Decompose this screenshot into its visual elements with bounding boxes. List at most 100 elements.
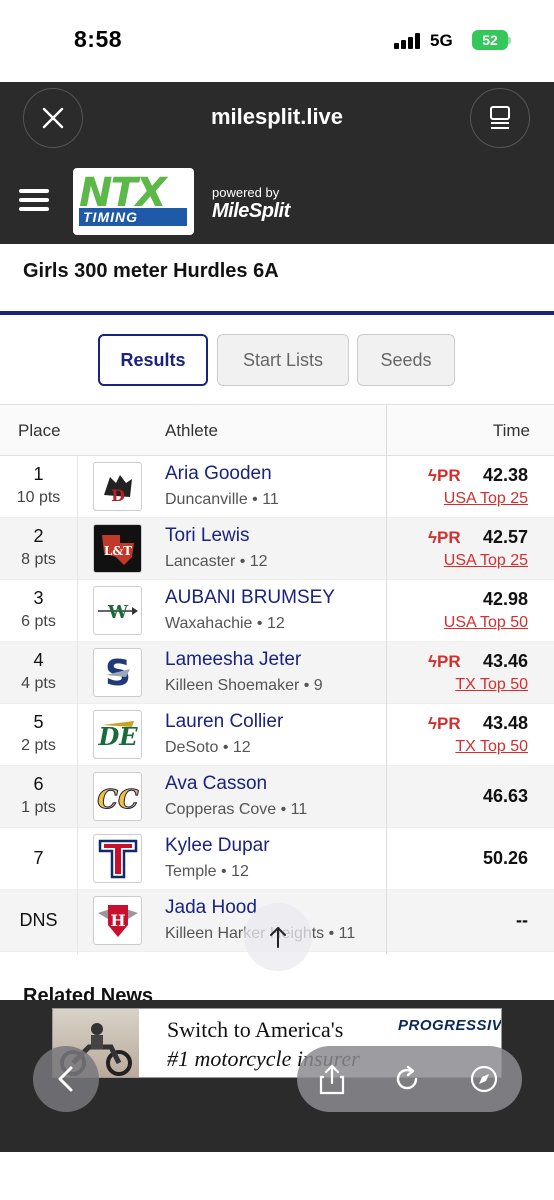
athlete-school: Waxahachie • 12: [165, 615, 285, 632]
time: 43.46: [482, 651, 528, 671]
back-button[interactable]: [33, 1046, 99, 1112]
place-column-divider: [77, 456, 78, 954]
event-title: Girls 300 meter Hurdles 6A: [23, 260, 279, 282]
time-column-divider: [386, 404, 387, 954]
athlete-school: Duncanville • 11: [165, 491, 279, 508]
athlete-school: Copperas Cove • 11: [165, 801, 308, 818]
duncanville-logo: D: [93, 462, 142, 511]
athlete-school: Temple • 12: [165, 863, 249, 880]
share-icon[interactable]: [316, 1063, 348, 1095]
points: 4 pts: [21, 675, 56, 692]
pr-badge: ϟPR: [428, 528, 461, 547]
athlete-name[interactable]: Lauren Collier: [165, 711, 283, 733]
athlete-name[interactable]: Jada Hood: [165, 897, 257, 919]
place: 4: [33, 650, 44, 670]
place: 5: [33, 712, 44, 732]
ntx-timing-logo[interactable]: NTX TIMING: [73, 168, 194, 235]
time: --: [516, 910, 528, 930]
rank-link[interactable]: TX Top 50: [455, 676, 528, 694]
bolt-icon: ϟ: [428, 466, 437, 485]
athlete-name[interactable]: AUBANI BRUMSEY: [165, 587, 335, 609]
ad-headline: Switch to America's: [167, 1017, 344, 1042]
tab-start-lists[interactable]: Start Lists: [217, 334, 349, 386]
svg-text:W: W: [106, 602, 128, 623]
place: 2: [33, 526, 44, 546]
place: DNS: [19, 910, 58, 930]
table-row[interactable]: 2 8 pts L&T Tori Lewis Lancaster • 12 ϟP…: [0, 518, 554, 580]
points: 1 pts: [21, 799, 56, 816]
time: 42.38: [482, 465, 528, 485]
status-time: 8:58: [74, 26, 123, 52]
svg-text:D: D: [111, 486, 125, 505]
shoemaker-logo: S: [93, 648, 142, 697]
network-label: 5G: [430, 31, 453, 50]
tab-seeds[interactable]: Seeds: [357, 334, 455, 386]
tab-results[interactable]: Results: [98, 334, 208, 386]
milesplit-logo: MileSplit: [212, 200, 290, 222]
table-row[interactable]: 5 2 pts DE Lauren Collier DeSoto • 12 ϟP…: [0, 704, 554, 766]
signal-icon: [394, 33, 424, 49]
points: 2 pts: [21, 737, 56, 754]
time: 42.98: [482, 589, 528, 609]
bolt-icon: ϟ: [428, 652, 437, 671]
athlete-school: Lancaster • 12: [165, 553, 268, 570]
place: 7: [33, 848, 44, 868]
rank-link[interactable]: USA Top 25: [444, 490, 528, 508]
battery-tip: [508, 37, 511, 44]
battery-icon: 52: [472, 30, 508, 50]
pr-badge: ϟPR: [428, 466, 461, 485]
svg-text:L&T: L&T: [103, 544, 131, 558]
athlete-name[interactable]: Tori Lewis: [165, 525, 249, 547]
powered-by-label: powered by: [212, 185, 280, 200]
status-bar: 8:58 5G 52: [0, 0, 554, 82]
reload-icon[interactable]: [391, 1063, 423, 1095]
bolt-icon: ϟ: [428, 528, 437, 547]
athlete-name[interactable]: Aria Gooden: [165, 463, 272, 485]
rank-link[interactable]: USA Top 25: [444, 552, 528, 570]
athlete-name[interactable]: Kylee Dupar: [165, 835, 270, 857]
time-header: Time: [492, 421, 530, 440]
athlete-name[interactable]: Ava Casson: [165, 773, 267, 795]
time: 42.57: [482, 527, 528, 547]
table-row[interactable]: 6 1 pts CC Ava Casson Copperas Cove • 11…: [0, 766, 554, 828]
athlete-school: Killeen Shoemaker • 9: [165, 677, 323, 694]
desoto-logo: DE: [93, 710, 142, 759]
place: 1: [33, 464, 44, 484]
scroll-to-top-button[interactable]: [244, 903, 312, 971]
svg-text:CC: CC: [97, 785, 139, 815]
time: 43.48: [482, 713, 528, 733]
menu-icon[interactable]: [19, 189, 49, 211]
time: 46.63: [482, 786, 528, 806]
harker-heights-logo: H: [93, 896, 142, 945]
place-header: Place: [18, 421, 61, 440]
pr-badge: ϟPR: [428, 652, 461, 671]
svg-text:H: H: [110, 911, 125, 930]
athlete-header: Athlete: [165, 421, 218, 440]
athlete-school: DeSoto • 12: [165, 739, 251, 756]
results-table: Place Athlete Time 1 10 pts D Aria Goode…: [0, 404, 554, 952]
table-row[interactable]: 7 Kylee Dupar Temple • 12 50.26: [0, 828, 554, 890]
place: 3: [33, 588, 44, 608]
tabs-icon: [490, 106, 510, 129]
athlete-name[interactable]: Lameesha Jeter: [165, 649, 301, 671]
tabs-button[interactable]: [470, 88, 530, 148]
arrow-up-icon: [270, 926, 286, 948]
table-row[interactable]: 1 10 pts D Aria Gooden Duncanville • 11 …: [0, 456, 554, 518]
rank-link[interactable]: USA Top 50: [444, 614, 528, 632]
ad-brand: PROGRESSIVE: [398, 1017, 502, 1034]
browser-actions: [297, 1046, 522, 1112]
place: 6: [33, 774, 44, 794]
home-indicator-area: [0, 1152, 554, 1200]
copperas-cove-logo: CC: [93, 772, 142, 821]
compass-icon[interactable]: [468, 1063, 500, 1095]
temple-logo: [93, 834, 142, 883]
lancaster-logo: L&T: [93, 524, 142, 573]
points: 6 pts: [21, 613, 56, 630]
table-row[interactable]: 3 6 pts W AUBANI BRUMSEY Waxahachie • 12…: [0, 580, 554, 642]
bolt-icon: ϟ: [428, 714, 437, 733]
table-row[interactable]: 4 4 pts S Lameesha Jeter Killeen Shoemak…: [0, 642, 554, 704]
rank-link[interactable]: TX Top 50: [455, 738, 528, 756]
page: 8:58 5G 52 milesplit.live NTX TIMING pow…: [0, 0, 554, 1200]
title-divider: [0, 311, 554, 315]
points: 8 pts: [21, 551, 56, 568]
